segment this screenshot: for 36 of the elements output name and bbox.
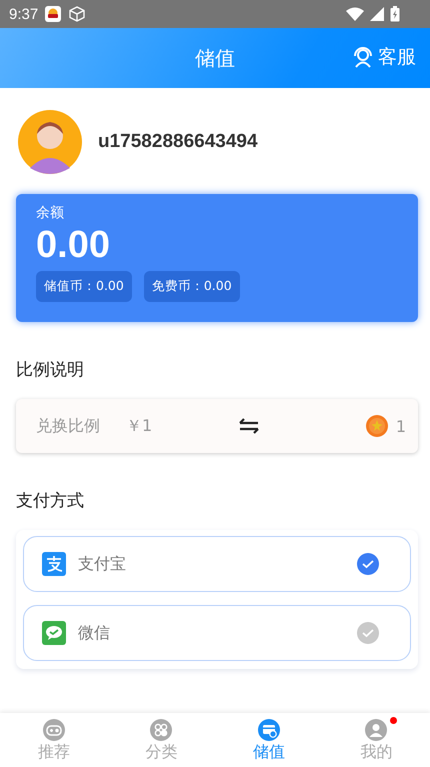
status-time: 9:37 (9, 6, 38, 22)
wechat-pay-icon (42, 621, 66, 645)
tab[interactable]: 推荐 (0, 713, 108, 767)
username: u17582886643494 (98, 131, 258, 153)
wifi-icon (346, 7, 364, 21)
gamepad-icon (42, 719, 65, 741)
headset-icon (352, 46, 374, 68)
alipay-icon (42, 552, 66, 576)
tab[interactable]: 储值 (215, 713, 322, 767)
user-icon (365, 719, 388, 741)
avatar-icon (18, 110, 82, 174)
tab[interactable]: 分类 (108, 713, 215, 767)
payment-option[interactable]: 支付宝 (23, 536, 411, 592)
page-title: 储值 (195, 44, 235, 72)
tab[interactable]: 我的 (322, 713, 430, 767)
battery-icon (390, 6, 400, 22)
coin-balance-chip: 免费币：0.00 (144, 271, 240, 302)
section-heading: 支付方式 (16, 490, 85, 512)
coin-balance-chip: 储值币：0.00 (36, 271, 132, 302)
ratio-from: ￥1 (126, 416, 154, 436)
ratio-to: 1 (396, 416, 406, 436)
balance-label: 余额 (36, 204, 65, 222)
checked-icon (356, 552, 380, 576)
payment-option[interactable]: 微信 (23, 605, 411, 661)
grid-icon (150, 719, 172, 741)
wallet-icon (258, 719, 280, 741)
cube-icon (68, 5, 86, 23)
customer-service-button[interactable]: 客服 (352, 44, 416, 70)
app-notification-icon (44, 5, 62, 23)
balance-amount: 0.00 (36, 224, 111, 267)
ratio-label: 兑换比例 (36, 416, 100, 436)
unchecked-icon (356, 621, 380, 645)
coin-icon (366, 415, 388, 437)
signal-icon (370, 7, 384, 21)
exchange-icon (238, 418, 260, 434)
section-heading: 比例说明 (16, 359, 85, 381)
